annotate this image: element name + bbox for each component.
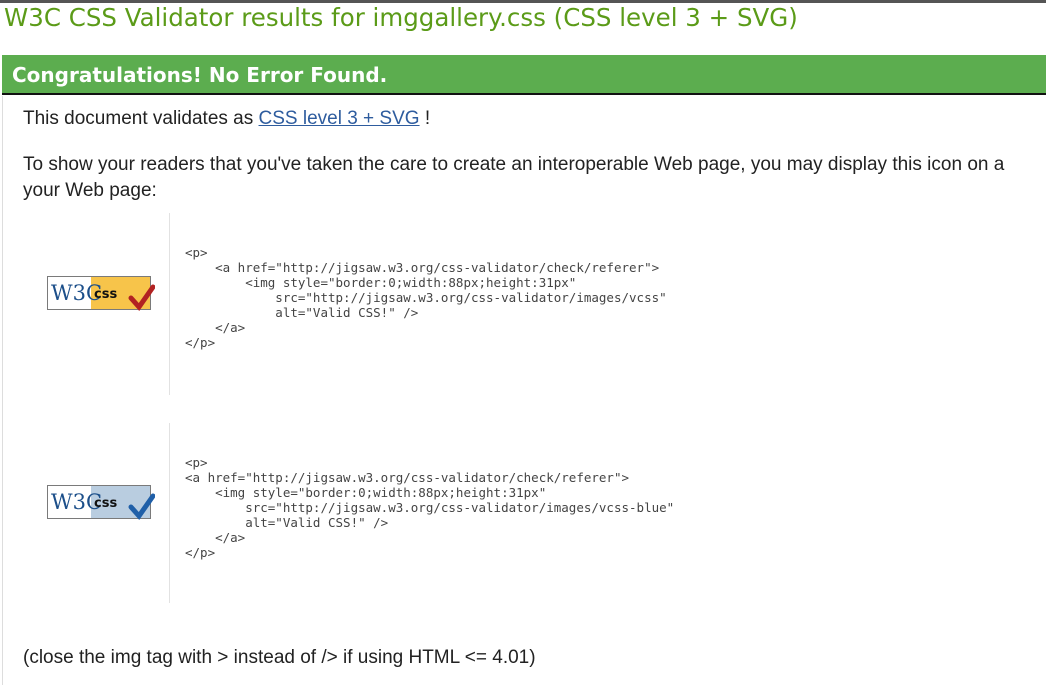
icon-instructions: To show your readers that you've taken t… — [23, 152, 1004, 204]
icon-instructions-line-2: your Web page: — [23, 180, 157, 201]
badge-css-text: css — [94, 496, 117, 511]
html-version-note: (close the img tag with > instead of /> … — [23, 647, 536, 668]
page-title: W3C CSS Validator results for imggallery… — [4, 3, 798, 32]
icon-instructions-line-1: To show your readers that you've taken t… — [23, 154, 1005, 175]
validation-prefix: This document validates as — [23, 108, 259, 129]
badge-separator — [169, 423, 170, 603]
css-level-link[interactable]: CSS level 3 + SVG — [259, 108, 420, 129]
validation-suffix: ! — [419, 108, 431, 129]
validation-statement: This document validates as CSS level 3 +… — [23, 106, 430, 132]
valid-css-gold-badge-icon: W3C css — [47, 276, 155, 312]
badge-separator — [169, 213, 170, 395]
badge-code-snippet: <p> <a href="http://jigsaw.w3.org/css-va… — [185, 245, 667, 350]
badge-code-snippet: <p> <a href="http://jigsaw.w3.org/css-va… — [185, 455, 675, 560]
content-left-border — [2, 96, 3, 685]
success-message: Congratulations! No Error Found. — [12, 63, 388, 87]
success-banner: Congratulations! No Error Found. — [2, 55, 1046, 95]
valid-css-blue-badge-icon: W3C css — [47, 485, 155, 521]
badge-css-text: css — [94, 287, 117, 302]
